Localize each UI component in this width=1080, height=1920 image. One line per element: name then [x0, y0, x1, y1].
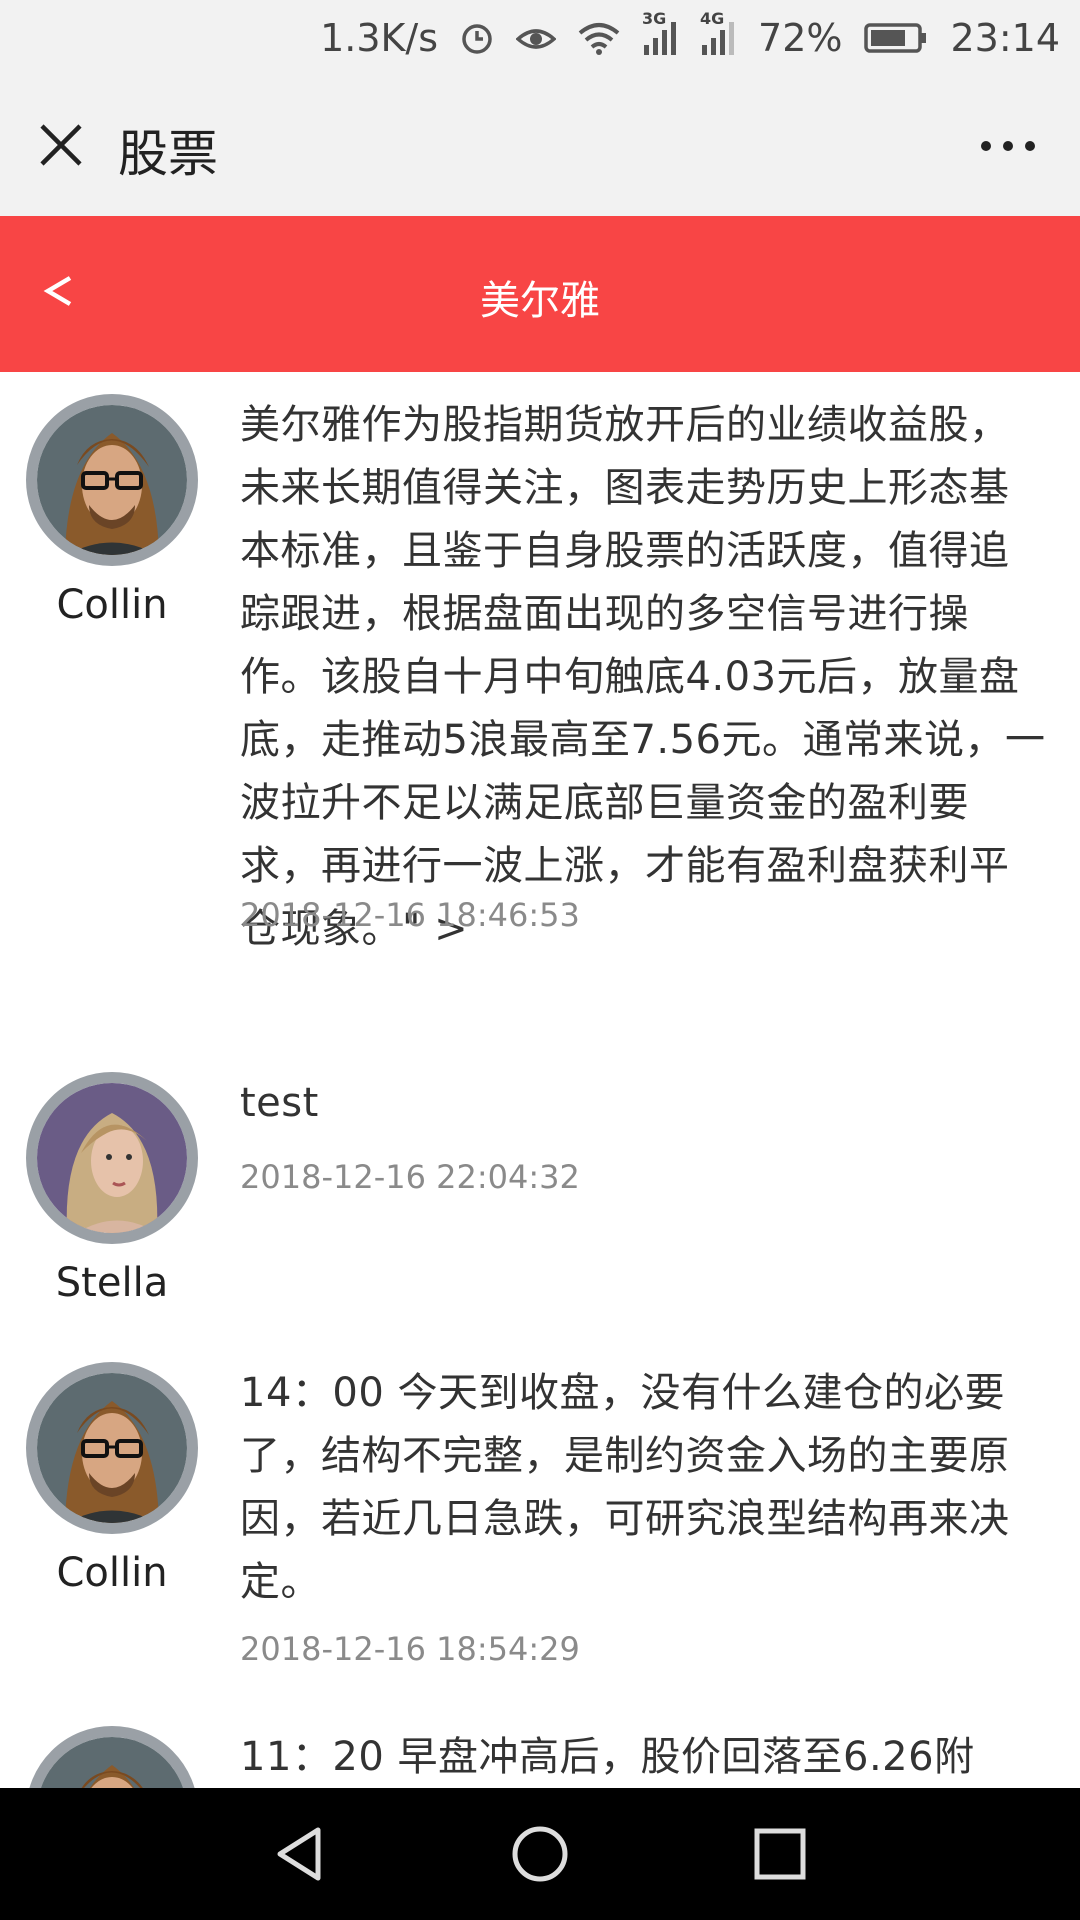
author-block — [24, 1726, 200, 1788]
screen: 1.3K/s 3G 4G 72% 23:14 股票 美尔雅 Collin 美尔雅… — [0, 0, 1080, 1920]
avatar[interactable] — [26, 394, 198, 566]
signal-3g-icon: 3G — [642, 9, 678, 55]
battery-icon — [864, 22, 928, 54]
avatar[interactable] — [26, 1726, 198, 1788]
nav-home-icon[interactable] — [510, 1824, 570, 1884]
more-options-icon[interactable] — [980, 136, 1036, 156]
post-time: 2018-12-16 18:46:53 — [240, 896, 580, 934]
avatar[interactable] — [26, 1362, 198, 1534]
author-name: Collin — [56, 582, 168, 628]
signal-4g-label: 4G — [700, 9, 725, 28]
network-speed: 1.3K/s — [320, 16, 439, 60]
wifi-icon — [578, 21, 620, 55]
alarm-icon — [460, 21, 494, 55]
author-name: Stella — [55, 1260, 169, 1306]
post-content: 美尔雅作为股指期货放开后的业绩收益股，未来长期值得关注，图表走势历史上形态基本标… — [240, 402, 1046, 952]
comment-feed[interactable]: Collin 美尔雅作为股指期货放开后的业绩收益股，未来长期值得关注，图表走势历… — [0, 372, 1080, 1788]
author-block: Collin — [24, 1362, 200, 1596]
page-title: 股票 — [118, 125, 218, 183]
post-time: 2018-12-16 18:54:29 — [240, 1630, 580, 1668]
signal-4g-icon: 4G — [700, 9, 736, 55]
battery-percent: 72% — [758, 16, 843, 60]
clock: 23:14 — [950, 16, 1060, 60]
system-nav-bar — [0, 1788, 1080, 1920]
signal-3g-label: 3G — [642, 9, 667, 28]
avatar[interactable] — [26, 1072, 198, 1244]
close-icon[interactable] — [38, 122, 84, 168]
stock-name-title: 美尔雅 — [480, 278, 600, 324]
post-content: 14：00 今天到收盘，没有什么建仓的必要了，结构不完整，是制约资金入场的主要原… — [240, 1370, 1010, 1605]
eye-icon — [516, 23, 557, 53]
nav-recents-icon[interactable] — [750, 1824, 810, 1884]
author-block: Collin — [24, 394, 200, 628]
author-name: Collin — [56, 1550, 168, 1596]
post-content: test — [240, 1080, 319, 1126]
status-bar: 1.3K/s 3G 4G 72% 23:14 — [0, 0, 1080, 76]
post-time: 2018-12-16 22:04:32 — [240, 1158, 580, 1196]
stock-header: 美尔雅 — [0, 216, 1080, 372]
post-content: 11：20 早盘冲高后，股价回落至6.26附 — [240, 1734, 975, 1780]
author-block: Stella — [24, 1072, 200, 1306]
nav-back-icon[interactable] — [270, 1824, 330, 1884]
app-title-bar: 股票 — [0, 76, 1080, 216]
